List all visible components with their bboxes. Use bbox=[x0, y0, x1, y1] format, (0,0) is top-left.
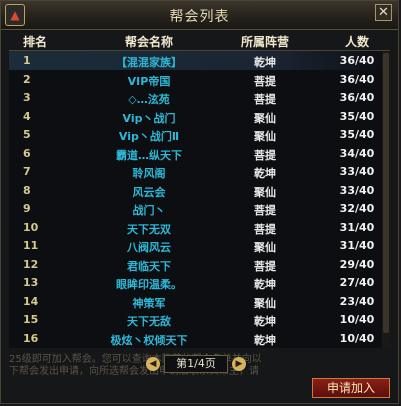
camp: 乾坤 bbox=[254, 167, 276, 180]
guild-name: 风云会 bbox=[132, 185, 166, 199]
page-indicator: 第1/4页 bbox=[164, 355, 228, 373]
guild-name: 聆风阁 bbox=[132, 167, 166, 180]
member-count: 36/40 bbox=[339, 54, 375, 67]
guild-name: 战门丶 bbox=[132, 204, 166, 217]
table-header: 排名 帮会名称 所属阵营 人数 bbox=[9, 31, 390, 49]
member-count: 34/40 bbox=[339, 146, 375, 160]
camp: 聚仙 bbox=[254, 241, 276, 254]
guild-name: ◇…泫苑 bbox=[128, 93, 170, 106]
camp: 乾坤 bbox=[254, 315, 276, 328]
camp: 菩提 bbox=[254, 222, 276, 236]
member-count: 29/40 bbox=[339, 257, 375, 271]
rank: 14 bbox=[23, 294, 39, 308]
table-row[interactable]: 12 君临天下 菩提 29/40 bbox=[9, 255, 390, 274]
table-row[interactable]: 5 Vip丶战门Ⅱ 聚仙 35/40 bbox=[9, 125, 390, 144]
apply-join-button[interactable]: 申请加入 bbox=[312, 378, 390, 398]
guild-name: 眼眸印温柔。 bbox=[116, 278, 182, 291]
rank: 2 bbox=[23, 72, 31, 86]
camp: 聚仙 bbox=[254, 296, 276, 310]
member-count: 35/40 bbox=[339, 109, 375, 123]
guild-name: 八阀风云 bbox=[127, 241, 171, 254]
member-count: 31/40 bbox=[339, 239, 375, 252]
next-page-icon[interactable]: ▶ bbox=[232, 357, 246, 371]
scroll-thumb[interactable] bbox=[383, 53, 389, 333]
camp: 乾坤 bbox=[254, 278, 276, 291]
table-row[interactable]: 9 战门丶 菩提 32/40 bbox=[9, 199, 390, 218]
guild-name: VIP帝国 bbox=[127, 74, 171, 88]
member-count: 10/40 bbox=[339, 331, 375, 345]
rank: 9 bbox=[23, 202, 31, 215]
rank: 15 bbox=[23, 313, 39, 326]
rank: 11 bbox=[23, 239, 39, 252]
guild-name: Vip丶战门Ⅱ bbox=[118, 130, 180, 143]
table-row[interactable]: 1 【混混家族】 乾坤 36/40 bbox=[9, 51, 390, 70]
table-row[interactable]: 8 风云会 聚仙 33/40 bbox=[9, 181, 390, 200]
member-count: 27/40 bbox=[339, 276, 375, 289]
table-row[interactable]: 13 眼眸印温柔。 乾坤 27/40 bbox=[9, 273, 390, 292]
prev-page-icon[interactable]: ◀ bbox=[146, 357, 160, 371]
camp: 菩提 bbox=[254, 74, 276, 88]
member-count: 32/40 bbox=[339, 202, 375, 215]
table-row[interactable]: 11 八阀风云 聚仙 31/40 bbox=[9, 236, 390, 255]
titlebar: ▲ 帮会列表 ✕ bbox=[1, 1, 398, 30]
guild-list-window: ▲ 帮会列表 ✕ 排名 帮会名称 所属阵营 人数 1 【混混家族】 乾坤 36/… bbox=[0, 0, 399, 404]
close-button[interactable]: ✕ bbox=[375, 4, 392, 21]
rank: 3 bbox=[23, 91, 31, 104]
rank: 12 bbox=[23, 257, 39, 271]
member-count: 23/40 bbox=[339, 294, 375, 308]
rank: 10 bbox=[23, 220, 39, 234]
guild-name: Vip丶战门 bbox=[122, 111, 176, 125]
table-row[interactable]: 10 天下无双 菩提 31/40 bbox=[9, 218, 390, 237]
table-row[interactable]: 3 ◇…泫苑 菩提 36/40 bbox=[9, 88, 390, 107]
member-count: 36/40 bbox=[339, 91, 375, 104]
guild-list: 1 【混混家族】 乾坤 36/40 2 VIP帝国 菩提 36/40 3 ◇…泫… bbox=[9, 50, 390, 348]
camp: 聚仙 bbox=[254, 111, 276, 125]
rank: 1 bbox=[23, 54, 31, 67]
pagination: ◀ 第1/4页 ▶ bbox=[146, 355, 246, 373]
camp: 菩提 bbox=[254, 204, 276, 217]
guild-name: 极炫丶权倾天下 bbox=[110, 333, 188, 347]
header-count: 人数 bbox=[344, 35, 370, 49]
table-row[interactable]: 7 聆风阁 乾坤 33/40 bbox=[9, 162, 390, 181]
header-camp: 所属阵营 bbox=[240, 35, 290, 49]
rank: 8 bbox=[23, 183, 31, 197]
member-count: 33/40 bbox=[339, 183, 375, 197]
table-row[interactable]: 15 天下无敌 乾坤 10/40 bbox=[9, 310, 390, 329]
camp: 乾坤 bbox=[254, 56, 276, 69]
table-row[interactable]: 16 极炫丶权倾天下 乾坤 10/40 bbox=[9, 329, 390, 348]
guild-name: 君临天下 bbox=[127, 259, 171, 273]
member-count: 36/40 bbox=[339, 72, 375, 86]
rank: 13 bbox=[23, 276, 39, 289]
camp: 菩提 bbox=[254, 148, 276, 162]
guild-name: 天下无敌 bbox=[127, 315, 171, 328]
member-count: 10/40 bbox=[339, 313, 375, 326]
rank: 5 bbox=[23, 128, 31, 141]
guild-name: 天下无双 bbox=[127, 222, 171, 236]
header-name: 帮会名称 bbox=[124, 35, 174, 49]
rank: 16 bbox=[23, 331, 39, 345]
table-row[interactable]: 2 VIP帝国 菩提 36/40 bbox=[9, 70, 390, 89]
member-count: 31/40 bbox=[339, 220, 375, 234]
header-rank: 排名 bbox=[23, 35, 48, 49]
guild-name: 霸道…纵天下 bbox=[116, 148, 182, 162]
camp: 菩提 bbox=[254, 93, 276, 106]
list-scrollbar[interactable] bbox=[382, 51, 390, 348]
rank: 4 bbox=[23, 109, 31, 123]
table-row[interactable]: 4 Vip丶战门 聚仙 35/40 bbox=[9, 107, 390, 126]
table-row[interactable]: 14 神策军 聚仙 23/40 bbox=[9, 292, 390, 311]
guild-name: 神策军 bbox=[132, 296, 166, 310]
member-count: 33/40 bbox=[339, 165, 375, 178]
camp: 菩提 bbox=[254, 259, 276, 273]
window-title: 帮会列表 bbox=[169, 9, 230, 25]
camp: 乾坤 bbox=[254, 333, 276, 347]
guild-name: 【混混家族】 bbox=[116, 56, 182, 69]
rank: 6 bbox=[23, 146, 31, 160]
rank: 7 bbox=[23, 165, 31, 178]
member-count: 35/40 bbox=[339, 128, 375, 141]
camp: 聚仙 bbox=[254, 185, 276, 199]
camp: 聚仙 bbox=[254, 130, 276, 143]
table-row[interactable]: 6 霸道…纵天下 菩提 34/40 bbox=[9, 144, 390, 163]
